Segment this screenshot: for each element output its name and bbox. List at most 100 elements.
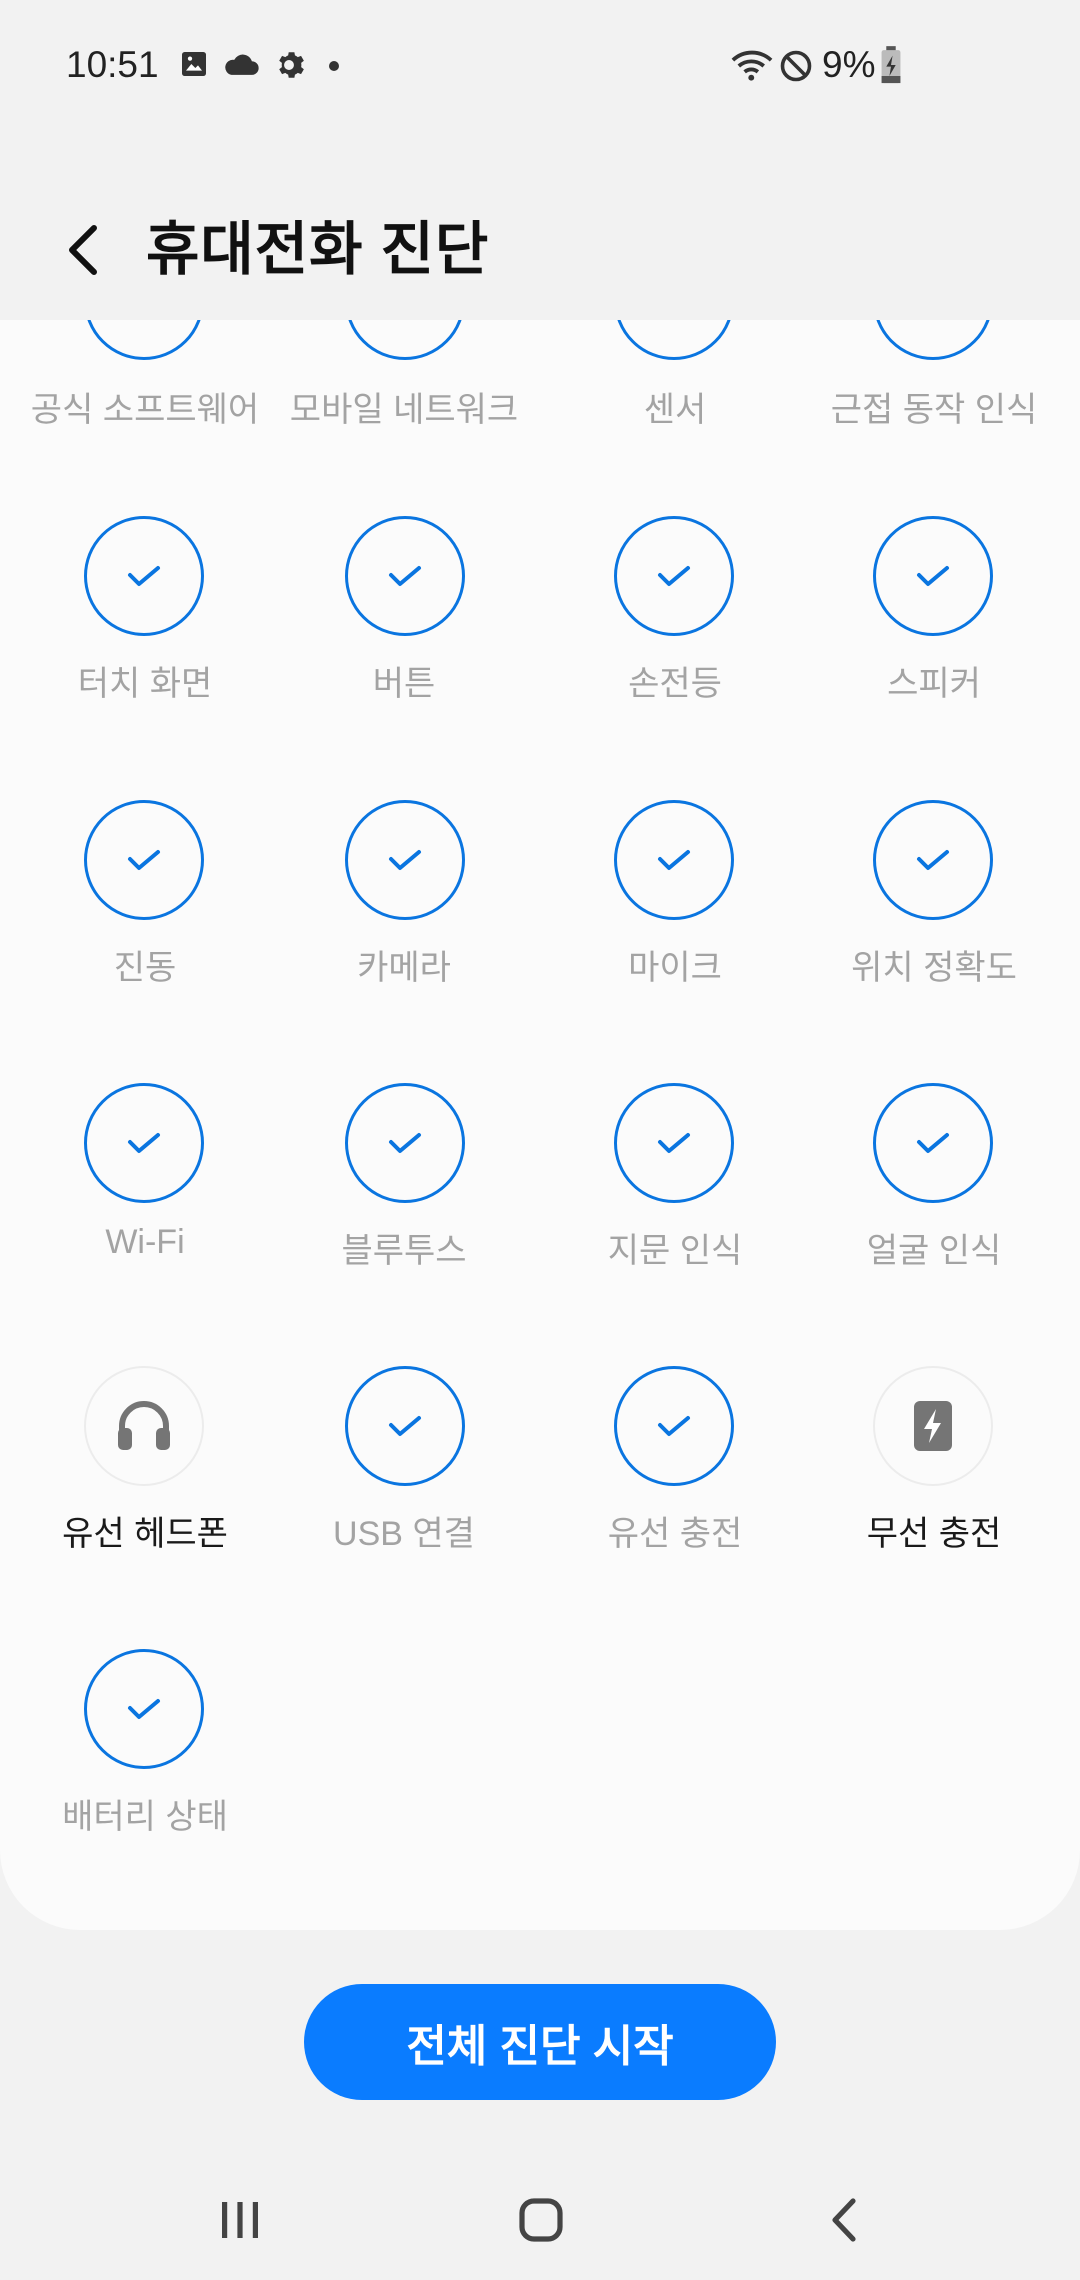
check-icon — [658, 566, 690, 586]
check-icon — [128, 1699, 160, 1719]
check-circle — [345, 800, 465, 920]
headphones-icon — [118, 1401, 170, 1450]
back-button[interactable] — [52, 210, 112, 290]
test-item-fingerprint[interactable]: 지문 인식 — [540, 1083, 810, 1283]
chevron-left-icon — [69, 225, 97, 275]
test-label: 버튼 — [372, 665, 436, 703]
check-icon — [389, 566, 421, 586]
test-label: 배터리 상태 — [62, 1798, 228, 1836]
start-full-diagnosis-button[interactable]: 전체 진단 시작 — [304, 1984, 776, 2100]
check-icon — [128, 850, 160, 870]
test-item-vibration[interactable]: 진동 — [10, 800, 280, 1000]
test-item-battery-status[interactable]: 배터리 상태 — [10, 1649, 280, 1849]
check-circle — [84, 1649, 204, 1769]
dot-icon — [329, 61, 339, 71]
check-circle — [873, 516, 993, 636]
test-label: 공식 소프트웨어 — [30, 391, 260, 429]
test-item-wired-headphones[interactable]: 유선 헤드폰 — [10, 1366, 280, 1566]
check-circle — [614, 1083, 734, 1203]
check-circle — [345, 1083, 465, 1203]
test-item-wifi[interactable]: Wi-Fi — [10, 1083, 280, 1283]
check-circle — [614, 800, 734, 920]
image-icon — [182, 52, 206, 76]
test-label: 모바일 네트워크 — [289, 391, 519, 429]
test-label: 무선 충전 — [866, 1515, 1002, 1553]
check-circle — [345, 320, 465, 360]
test-item-wireless-charging[interactable]: 무선 충전 — [799, 1366, 1069, 1566]
wireless-charging-circle — [873, 1366, 993, 1486]
check-icon — [658, 850, 690, 870]
wifi-icon — [731, 50, 773, 81]
check-circle — [345, 1366, 465, 1486]
check-icon — [658, 1133, 690, 1153]
check-icon — [917, 566, 949, 586]
test-item-bluetooth[interactable]: 블루투스 — [269, 1083, 539, 1283]
test-label: 지문 인식 — [607, 1232, 743, 1270]
check-icon — [389, 850, 421, 870]
nav-back-button[interactable] — [784, 2190, 904, 2250]
page-title: 휴대전화 진단 — [146, 217, 490, 282]
test-label: 스피커 — [887, 665, 981, 703]
check-icon — [658, 1416, 690, 1436]
app-header: 휴대전화 진단 — [0, 136, 1080, 320]
test-label: 유선 헤드폰 — [62, 1515, 228, 1553]
test-item-proximity-gesture[interactable]: 근접 동작 인식 — [799, 320, 1069, 430]
check-circle — [614, 1366, 734, 1486]
status-bar: 10:51 9% — [0, 0, 1080, 136]
check-circle — [84, 516, 204, 636]
cloud-icon — [225, 54, 259, 75]
test-item-flashlight[interactable]: 손전등 — [540, 516, 810, 716]
test-item-buttons[interactable]: 버튼 — [269, 516, 539, 716]
test-label: Wi-Fi — [105, 1223, 185, 1261]
test-item-face-recognition[interactable]: 얼굴 인식 — [799, 1083, 1069, 1283]
check-circle — [84, 800, 204, 920]
test-label: USB 연결 — [333, 1515, 475, 1553]
test-item-official-software[interactable]: 공식 소프트웨어 — [10, 320, 280, 430]
test-label: 카메라 — [357, 949, 451, 987]
recent-apps-icon — [222, 2202, 258, 2238]
test-item-wired-charging[interactable]: 유선 충전 — [540, 1366, 810, 1566]
test-label: 센서 — [643, 391, 707, 429]
diagnostics-card: 공식 소프트웨어 모바일 네트워크 센서 근접 동작 인식 터치 화면 버튼 손… — [0, 320, 1080, 1930]
test-item-microphone[interactable]: 마이크 — [540, 800, 810, 1000]
battery-percent: 9% — [822, 44, 876, 85]
test-item-mobile-network[interactable]: 모바일 네트워크 — [269, 320, 539, 430]
status-time: 10:51 — [66, 44, 159, 85]
test-label: 근접 동작 인식 — [830, 391, 1038, 429]
check-icon — [389, 1133, 421, 1153]
test-label: 얼굴 인식 — [866, 1232, 1002, 1270]
check-circle — [345, 516, 465, 636]
test-item-sensor[interactable]: 센서 — [540, 320, 810, 430]
test-item-touch-screen[interactable]: 터치 화면 — [10, 516, 280, 716]
test-item-location-accuracy[interactable]: 위치 정확도 — [799, 800, 1069, 1000]
check-circle — [614, 516, 734, 636]
check-icon — [917, 1133, 949, 1153]
check-circle — [84, 1083, 204, 1203]
check-icon — [917, 850, 949, 870]
check-circle — [873, 320, 993, 360]
test-label: 블루투스 — [341, 1232, 467, 1270]
test-item-speaker[interactable]: 스피커 — [799, 516, 1069, 716]
home-button[interactable] — [481, 2190, 601, 2250]
test-label: 위치 정확도 — [851, 949, 1017, 987]
test-item-usb-connection[interactable]: USB 연결 — [269, 1366, 539, 1566]
battery-charging-icon — [881, 46, 901, 84]
test-label: 터치 화면 — [77, 665, 213, 703]
home-icon — [519, 2198, 563, 2242]
check-circle — [873, 800, 993, 920]
check-circle — [84, 320, 204, 360]
test-label: 유선 충전 — [607, 1515, 743, 1553]
test-label: 진동 — [113, 949, 177, 987]
check-circle — [614, 320, 734, 360]
check-circle — [873, 1083, 993, 1203]
test-label: 손전등 — [628, 665, 722, 703]
check-icon — [128, 1133, 160, 1153]
back-icon — [832, 2198, 856, 2242]
headphones-circle — [84, 1366, 204, 1486]
check-icon — [389, 1416, 421, 1436]
navigation-bar — [0, 2160, 1080, 2280]
wireless-charging-icon — [914, 1401, 952, 1451]
recent-apps-button[interactable] — [180, 2190, 300, 2250]
test-label: 마이크 — [628, 949, 722, 987]
test-item-camera[interactable]: 카메라 — [269, 800, 539, 1000]
